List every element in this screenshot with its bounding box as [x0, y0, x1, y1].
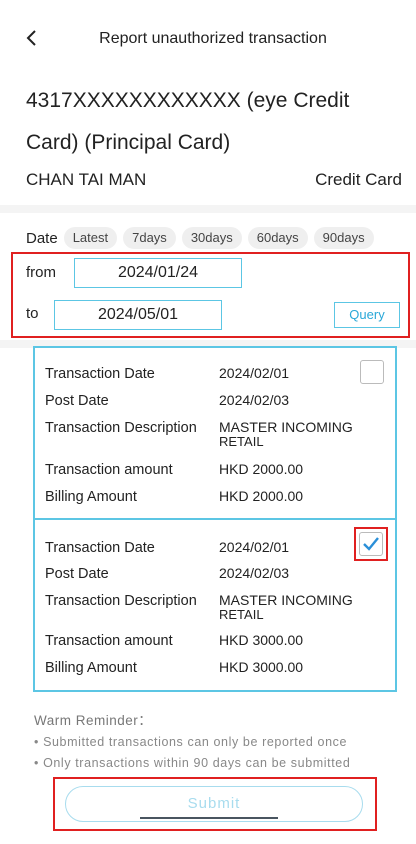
- transaction-date-label: Transaction Date: [45, 366, 155, 382]
- home-indicator: [140, 817, 278, 819]
- billing-amount-label: Billing Amount: [45, 489, 137, 505]
- post-date: 2024/02/03: [219, 392, 290, 408]
- description-line1: MASTER INCOMING: [219, 592, 353, 608]
- description-line1: MASTER INCOMING: [219, 419, 353, 435]
- transaction-checkbox[interactable]: [360, 360, 384, 384]
- billing-amount: HKD 2000.00: [219, 488, 304, 504]
- card-title: 4317XXXXXXXXXXXX (eye Credit Card) (Prin…: [26, 89, 350, 154]
- card-holder-name: CHAN TAI MAN: [26, 170, 147, 189]
- transaction-amount-label: Transaction amount: [45, 462, 173, 478]
- checkmark-icon: [363, 537, 379, 551]
- transaction-amount: HKD 3000.00: [219, 632, 304, 648]
- reminder-item: • Submitted transactions can only be rep…: [34, 735, 348, 749]
- description-line2: RETAIL: [219, 434, 264, 449]
- chip-latest[interactable]: Latest: [63, 227, 118, 249]
- chip-90days[interactable]: 90days: [313, 227, 374, 249]
- header: Report unauthorized transaction: [0, 0, 416, 80]
- reminder-item: • Only transactions within 90 days can b…: [34, 756, 351, 770]
- date-filter-label: Date: [26, 229, 58, 247]
- post-date-label: Post Date: [45, 566, 109, 582]
- description-label: Transaction Description: [45, 593, 197, 609]
- transaction-checkbox-checked[interactable]: [359, 532, 383, 556]
- chip-30days[interactable]: 30days: [181, 227, 242, 249]
- from-label: from: [26, 264, 56, 281]
- from-date-input[interactable]: 2024/01/24: [74, 258, 242, 288]
- section-divider: [0, 205, 416, 213]
- page-title: Report unauthorized transaction: [99, 30, 327, 47]
- billing-amount: HKD 3000.00: [219, 659, 304, 675]
- card-type: Credit Card: [315, 170, 402, 189]
- reminder-title: Warm Reminder：: [34, 713, 153, 728]
- query-button[interactable]: Query: [334, 302, 400, 328]
- post-date-label: Post Date: [45, 393, 109, 409]
- transaction-amount-label: Transaction amount: [45, 633, 173, 649]
- card-holder-row: CHAN TAI MAN Credit Card: [26, 170, 402, 194]
- description-label: Transaction Description: [45, 420, 197, 436]
- transaction-date: 2024/02/01: [219, 539, 290, 555]
- transaction-divider: [33, 518, 397, 520]
- to-label: to: [26, 305, 39, 322]
- post-date: 2024/02/03: [219, 565, 290, 581]
- transaction-date-label: Transaction Date: [45, 540, 155, 556]
- description-line2: RETAIL: [219, 607, 264, 622]
- date-filter: Date Latest 7days 30days 60days 90days: [26, 226, 374, 250]
- chip-7days[interactable]: 7days: [123, 227, 176, 249]
- transaction-date: 2024/02/01: [219, 365, 290, 381]
- billing-amount-label: Billing Amount: [45, 660, 137, 676]
- transaction-amount: HKD 2000.00: [219, 461, 304, 477]
- chip-60days[interactable]: 60days: [247, 227, 308, 249]
- to-date-input[interactable]: 2024/05/01: [54, 300, 222, 330]
